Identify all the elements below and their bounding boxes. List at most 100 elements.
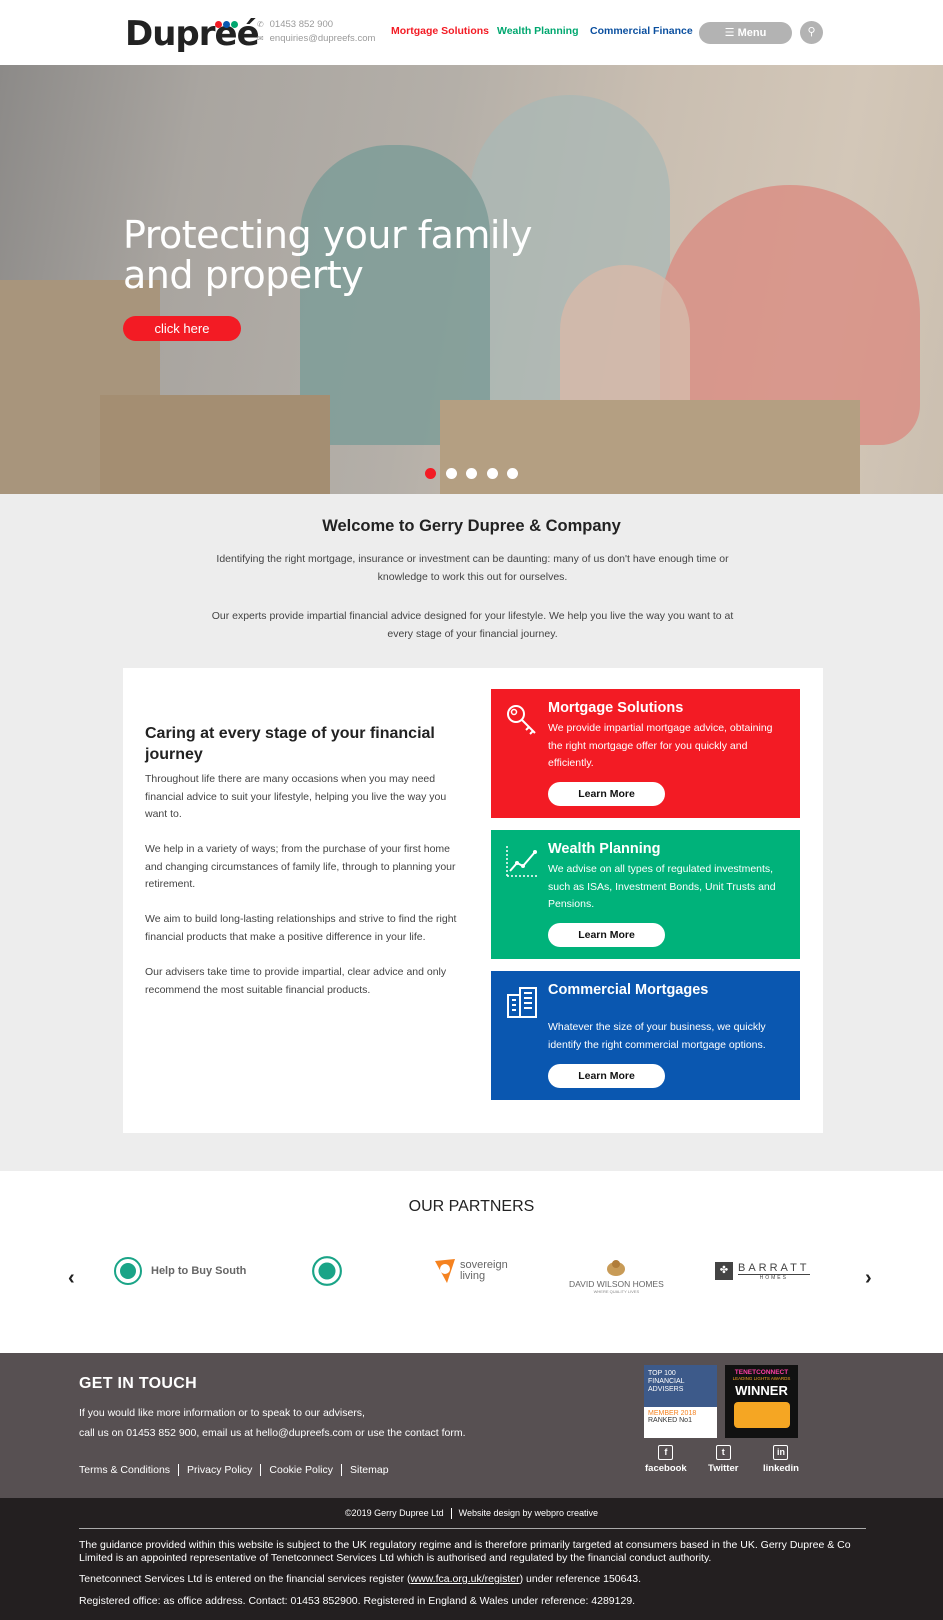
get-in-touch-title: GET IN TOUCH <box>79 1375 197 1392</box>
award-text: FINANCIAL ADVISERS <box>648 1378 685 1393</box>
partner-logo-barratt-homes[interactable]: ✤ BARRATT HOMES <box>715 1251 810 1291</box>
partner-logo-david-wilson-homes[interactable]: DAVID WILSON HOMES WHERE QUALITY LIVES <box>569 1256 664 1296</box>
partners-title: OUR PARTNERS <box>408 1198 535 1215</box>
caring-title: Caring at every stage of your financial … <box>145 725 435 763</box>
slider-dot[interactable] <box>445 468 457 479</box>
copyright: ©2019 Gerry Dupree Ltd <box>344 1508 444 1518</box>
slider-dot[interactable] <box>466 468 477 479</box>
nav-wealth-planning[interactable]: Wealth Planning <box>497 25 578 37</box>
twitter-icon: t <box>715 1445 731 1460</box>
barratt-icon: ✤ <box>715 1262 733 1280</box>
legal-text: Registered office: as office address. Co… <box>79 1595 636 1607</box>
legal-text: Tenetconnect Services Ltd is entered on … <box>79 1573 866 1586</box>
partner-logo-help-to-buy[interactable] <box>311 1251 343 1291</box>
legal-text-part: Tenetconnect Services Ltd is entered on … <box>79 1573 411 1585</box>
dog-icon <box>607 1259 626 1276</box>
key-icon <box>507 705 536 735</box>
get-in-touch-text: If you would like more information or to… <box>79 1407 365 1419</box>
service-desc: We advise on all types of regulated inve… <box>548 863 776 910</box>
sitemap-link[interactable]: Sitemap <box>342 1464 397 1476</box>
linkedin-icon: in <box>773 1445 789 1460</box>
service-desc: We provide impartial mortgage advice, ob… <box>548 722 773 769</box>
partner-name: Help to Buy South <box>151 1265 247 1277</box>
award-top100-badge: TOP 100 FINANCIAL ADVISERS MEMBER 2018 R… <box>644 1365 717 1438</box>
award-text: MEMBER 2018 <box>648 1410 697 1417</box>
logo[interactable]: Dupreé <box>125 14 260 54</box>
service-mortgage-solutions: Mortgage Solutions We provide impartial … <box>491 689 800 818</box>
welcome-title: Welcome to Gerry Dupree & Company <box>322 517 621 535</box>
help-to-buy-icon <box>312 1256 342 1286</box>
twitter-link[interactable]: t Twitter <box>708 1445 738 1474</box>
partner-logo-sovereign-living[interactable]: sovereign living <box>433 1251 510 1291</box>
copyright-line: ©2019 Gerry Dupree Ltd Website design by … <box>0 1508 943 1520</box>
partner-logo-help-to-buy-south[interactable]: Help to Buy South <box>113 1251 246 1291</box>
social-label: linkedin <box>763 1463 799 1474</box>
learn-more-button[interactable]: Learn More <box>548 923 665 947</box>
facebook-link[interactable]: f facebook <box>645 1445 687 1474</box>
legal-text-part: ) under reference 150643. <box>519 1573 642 1585</box>
footer: GET IN TOUCH If you would like more info… <box>0 1353 943 1498</box>
facebook-icon: f <box>658 1445 674 1460</box>
site-header: Dupreé ✆ 01453 852 900 ✉ enquiries@dupre… <box>0 0 943 65</box>
slider-dot[interactable] <box>507 468 518 479</box>
hero-cta-button[interactable]: click here <box>123 316 241 341</box>
header-email[interactable]: enquiries@dupreefs.com <box>270 33 376 44</box>
social-label: Twitter <box>708 1463 739 1474</box>
search-button[interactable]: ⚲ <box>800 21 823 44</box>
header-phone[interactable]: 01453 852 900 <box>270 19 333 30</box>
privacy-link[interactable]: Privacy Policy <box>179 1464 262 1476</box>
design-credit[interactable]: Website design by webpro creative <box>459 1508 598 1518</box>
slider-dot[interactable] <box>486 468 498 479</box>
hamburger-icon: ☰ <box>724 27 735 39</box>
phone-icon: ✆ <box>257 20 264 29</box>
caring-paragraph: We aim to build long-lasting relationshi… <box>145 913 457 943</box>
logo-dots <box>215 15 239 33</box>
partner-tagline: WHERE QUALITY LIVES <box>593 1288 640 1294</box>
footer-links: Terms & Conditions Privacy Policy Cookie P… <box>79 1464 397 1476</box>
caring-paragraph: Throughout life there are many occasions… <box>145 773 447 820</box>
welcome-paragraph: Identifying the right mortgage, insuranc… <box>216 553 729 583</box>
cookie-link[interactable]: Cookie Policy <box>261 1464 343 1476</box>
slider-dots <box>425 466 528 484</box>
legal-text: The guidance provided within this websit… <box>79 1539 851 1564</box>
menu-label: Menu <box>737 27 767 39</box>
award-tenetconnect-badge: TENETCONNECT LEADING LIGHTS AWARDS WINNE… <box>725 1365 798 1438</box>
partner-name: sovereign living <box>460 1259 508 1282</box>
buildings-icon <box>507 987 537 1018</box>
growth-chart-icon <box>506 846 537 877</box>
service-title: Commercial Mortgages <box>548 982 709 998</box>
chevron-right-icon[interactable]: › <box>865 1267 872 1290</box>
award-text: RANKED No1 <box>648 1417 692 1424</box>
caring-paragraph: Our advisers take time to provide impart… <box>145 966 447 996</box>
help-to-buy-icon <box>114 1257 142 1285</box>
linkedin-link[interactable]: in linkedin <box>763 1445 799 1474</box>
partners-section: OUR PARTNERS ‹ › Help to Buy South sover… <box>0 1171 943 1353</box>
award-text: TENETCONNECT <box>734 1369 789 1376</box>
hero-slider: Protecting your family and property clic… <box>0 65 943 494</box>
social-label: facebook <box>645 1463 687 1474</box>
award-ribbon <box>733 1402 790 1428</box>
nav-commercial-finance[interactable]: Commercial Finance <box>590 25 693 37</box>
slider-dot[interactable] <box>425 468 436 479</box>
fca-register-link[interactable]: www.fca.org.uk/register <box>411 1573 520 1585</box>
nav-mortgage-solutions[interactable]: Mortgage Solutions <box>391 25 489 37</box>
get-in-touch-text: call us on 01453 852 900, email us at he… <box>79 1427 466 1439</box>
partner-name: BARRATT <box>738 1261 810 1274</box>
search-icon: ⚲ <box>807 26 816 38</box>
hero-image-box <box>100 395 330 494</box>
service-title: Wealth Planning <box>548 841 661 857</box>
divider <box>79 1528 866 1529</box>
envelope-icon: ✉ <box>257 34 264 43</box>
menu-button[interactable]: ☰ Menu <box>699 22 792 44</box>
service-commercial-mortgages: Commercial Mortgages Whatever the size o… <box>491 971 800 1100</box>
chevron-left-icon[interactable]: ‹ <box>68 1267 75 1290</box>
legal-bar: ©2019 Gerry Dupree Ltd Website design by … <box>0 1498 943 1620</box>
learn-more-button[interactable]: Learn More <box>548 1064 665 1088</box>
services-card: Caring at every stage of your financial … <box>123 668 823 1133</box>
header-contact: ✆ 01453 852 900 ✉ enquiries@dupreefs.com <box>257 18 375 46</box>
learn-more-button[interactable]: Learn More <box>548 782 665 806</box>
terms-link[interactable]: Terms & Conditions <box>79 1464 180 1476</box>
partner-subname: HOMES <box>738 1273 810 1281</box>
service-title: Mortgage Solutions <box>548 700 684 716</box>
award-text: TOP 100 <box>648 1370 676 1377</box>
